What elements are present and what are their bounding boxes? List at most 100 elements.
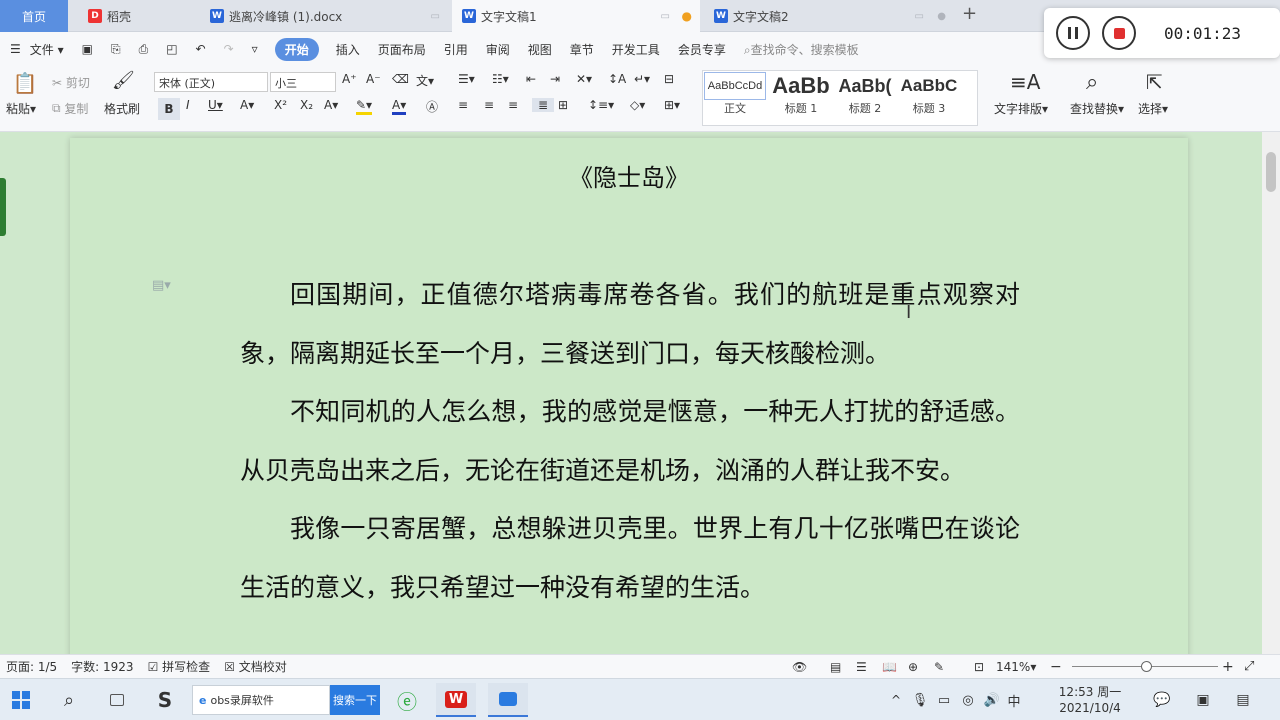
- fullscreen-icon[interactable]: ⤢: [1244, 659, 1254, 674]
- bold-button[interactable]: B: [158, 98, 180, 120]
- paste-icon[interactable]: 📋: [10, 70, 40, 96]
- zoom-slider-thumb[interactable]: [1141, 661, 1152, 672]
- network-icon[interactable]: ◎: [958, 683, 978, 717]
- write-view-icon[interactable]: ✎: [934, 660, 944, 674]
- distribute-icon[interactable]: ⊞: [558, 98, 568, 112]
- style-heading-2[interactable]: AaBb( 标题 2: [834, 72, 896, 118]
- outline-view-icon[interactable]: ☰: [856, 660, 867, 674]
- indent-icon[interactable]: ⇥: [550, 72, 560, 86]
- search-icon[interactable]: ⌕: [56, 683, 82, 717]
- zoom-out-icon[interactable]: −: [1050, 659, 1062, 675]
- align-center-icon[interactable]: ≡: [484, 98, 494, 112]
- clock[interactable]: 12:53 周一 2021/10/4: [1040, 683, 1140, 717]
- side-panel-handle[interactable]: [0, 178, 6, 236]
- windows-start-icon[interactable]: [8, 683, 34, 717]
- menu-devtools[interactable]: 开发工具: [612, 41, 660, 58]
- outdent-icon[interactable]: ⇤: [526, 72, 536, 86]
- bullet-list-icon[interactable]: ☰▾: [458, 72, 475, 86]
- text-layout-button[interactable]: 文字排版 ▾: [994, 100, 1048, 117]
- copy-button[interactable]: ⧉ 复制: [52, 100, 88, 117]
- style-heading-3[interactable]: AaBbC 标题 3: [898, 72, 960, 118]
- tab-home[interactable]: 首页: [0, 0, 68, 32]
- style-heading-1[interactable]: AaBb 标题 1: [770, 72, 832, 118]
- hamburger-icon[interactable]: ☰: [10, 42, 21, 56]
- pinyin-icon[interactable]: 文▾: [416, 72, 434, 89]
- window-icon[interactable]: ▭: [661, 11, 670, 22]
- menu-chapter[interactable]: 章节: [570, 41, 594, 58]
- task-view-icon[interactable]: [104, 683, 130, 717]
- chinese-layout-icon[interactable]: ✕▾: [576, 72, 592, 86]
- clear-format-icon[interactable]: ⌫: [392, 72, 409, 86]
- align-left-icon[interactable]: ≡: [458, 98, 468, 112]
- tray-expand-icon[interactable]: ^: [886, 683, 906, 717]
- export-icon[interactable]: ⎘: [111, 42, 121, 57]
- ime-indicator[interactable]: 中: [1004, 683, 1024, 717]
- vertical-scrollbar[interactable]: [1262, 132, 1280, 654]
- save-icon[interactable]: ▣: [82, 42, 93, 56]
- tab-daoke[interactable]: D 稻壳: [78, 0, 198, 32]
- recorder-app-icon[interactable]: [488, 683, 528, 717]
- more-icon[interactable]: ▿: [252, 42, 258, 56]
- battery-icon[interactable]: ▭: [934, 683, 954, 717]
- search-go-button[interactable]: 搜索一下: [330, 685, 380, 715]
- menu-view[interactable]: 视图: [528, 41, 552, 58]
- text-effect-button[interactable]: A▾: [324, 98, 338, 112]
- italic-button[interactable]: I: [186, 98, 190, 112]
- menu-member[interactable]: 会员专享: [678, 41, 726, 58]
- menu-review[interactable]: 审阅: [486, 41, 510, 58]
- menu-reference[interactable]: 引用: [444, 41, 468, 58]
- undo-icon[interactable]: ↶: [196, 42, 206, 56]
- page-view-icon[interactable]: ▤: [830, 660, 841, 674]
- document-body[interactable]: 回国期间，正值德尔塔病毒席卷各省。我们的航班是重点观察对象，隔离期延长至一个月，…: [240, 266, 1020, 617]
- char-border-button[interactable]: Ⓐ: [426, 98, 438, 115]
- action-center-icon[interactable]: ▤: [1230, 683, 1256, 717]
- highlight-button[interactable]: ✎▾: [356, 98, 373, 115]
- numbered-list-icon[interactable]: ☷▾: [492, 72, 509, 86]
- spell-check-button[interactable]: ☑ 拼写检查: [148, 658, 211, 675]
- command-search[interactable]: ⌕查找命令、搜索模板: [744, 41, 859, 58]
- proofread-button[interactable]: ☒ 文档校对: [224, 658, 287, 675]
- tab-doc-taoli[interactable]: W 逃离冷峰镇 (1).docx ▭: [200, 0, 450, 32]
- subscript-button[interactable]: X₂: [300, 98, 313, 112]
- app-badge-icon[interactable]: ▣: [1190, 683, 1216, 717]
- justify-icon[interactable]: ≣: [532, 98, 554, 112]
- zoom-in-icon[interactable]: +: [1222, 659, 1234, 675]
- menu-file[interactable]: 文件 ▾: [30, 41, 64, 58]
- window-icon[interactable]: ▭: [915, 11, 924, 22]
- paragraph[interactable]: 我像一只寄居蟹，总想躲进贝壳里。世界上有几十亿张嘴巴在谈论生活的意义，我只希望过…: [240, 500, 1020, 617]
- paste-button[interactable]: 粘贴 ▾: [6, 100, 36, 117]
- zoom-level[interactable]: 141%▾: [996, 660, 1036, 674]
- menu-page-layout[interactable]: 页面布局: [378, 41, 426, 58]
- wps-icon[interactable]: W: [436, 683, 476, 717]
- paragraph[interactable]: 回国期间，正值德尔塔病毒席卷各省。我们的航班是重点观察对象，隔离期延长至一个月，…: [240, 266, 1020, 383]
- fit-page-icon[interactable]: ⊡: [974, 660, 984, 674]
- paragraph-handle-icon[interactable]: ▤▾: [152, 278, 171, 293]
- web-view-icon[interactable]: ⊕: [908, 660, 918, 674]
- notification-icon[interactable]: 💬: [1150, 683, 1174, 717]
- stop-button[interactable]: [1102, 16, 1136, 50]
- superscript-button[interactable]: X²: [274, 98, 287, 112]
- new-tab-icon[interactable]: +: [962, 3, 977, 24]
- read-view-icon[interactable]: 📖: [882, 660, 897, 674]
- print-icon[interactable]: ⎙: [139, 42, 149, 57]
- shading-icon[interactable]: ◇▾: [630, 98, 645, 112]
- eye-protect-icon[interactable]: 👁: [792, 660, 807, 674]
- font-name-select[interactable]: 宋体 (正文): [154, 72, 268, 92]
- page-count[interactable]: 页面: 1/5: [6, 658, 57, 675]
- align-right-icon[interactable]: ≡: [508, 98, 518, 112]
- format-painter-button[interactable]: 格式刷: [104, 100, 140, 117]
- word-count[interactable]: 字数: 1923: [71, 658, 133, 675]
- scroll-thumb[interactable]: [1266, 152, 1276, 192]
- pause-button[interactable]: [1056, 16, 1090, 50]
- underline-button[interactable]: U▾: [208, 98, 223, 112]
- strikethrough-button[interactable]: A▾: [240, 98, 254, 112]
- borders-icon[interactable]: ⊞▾: [664, 98, 680, 112]
- redo-icon[interactable]: ↷: [224, 42, 234, 56]
- font-color-button[interactable]: A▾: [392, 98, 407, 115]
- select-button[interactable]: 选择 ▾: [1138, 100, 1168, 117]
- paragraph[interactable]: 不知同机的人怎么想，我的感觉是惬意，一种无人打扰的舒适感。从贝壳岛出来之后，无论…: [240, 383, 1020, 500]
- find-replace-button[interactable]: 查找替换 ▾: [1070, 100, 1124, 117]
- cut-button[interactable]: ✂ 剪切: [52, 74, 90, 91]
- menu-start[interactable]: 开始: [274, 37, 319, 61]
- obs-search-box[interactable]: e obs录屏软件: [192, 685, 330, 715]
